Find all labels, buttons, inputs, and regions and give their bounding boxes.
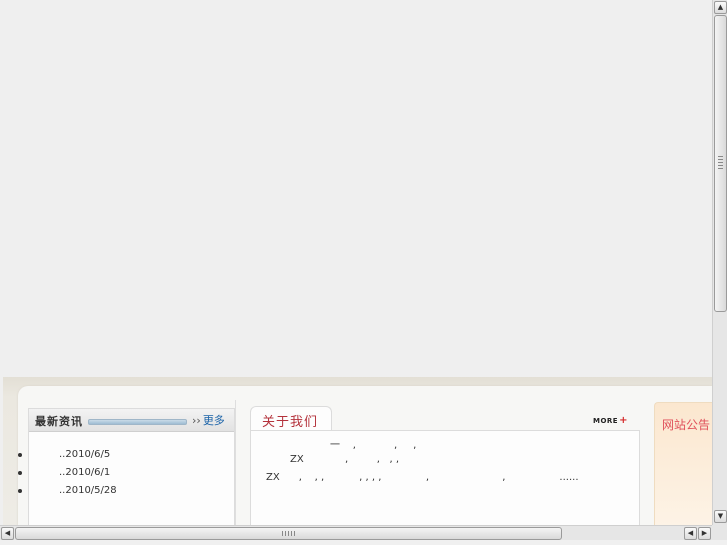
about-text-line: ZX , , , ,	[290, 454, 400, 465]
grip-icon	[282, 531, 296, 536]
bullet-icon	[18, 489, 22, 493]
scroll-left-icon[interactable]: ◀	[1, 527, 14, 540]
notice-title: 网站公告	[662, 418, 711, 432]
scrollbar-corner	[712, 525, 727, 540]
about-text-line: ZX , , , , , , , , , ......	[266, 472, 579, 483]
news-item-date: ..2010/5/28	[59, 485, 117, 496]
notice-box: 网站公告	[654, 402, 712, 525]
scroll-up-icon[interactable]: ▲	[714, 1, 727, 14]
bullet-icon	[18, 471, 22, 475]
horizontal-scroll-thumb[interactable]	[15, 527, 562, 540]
news-more-label: 更多	[202, 414, 225, 427]
about-box: 关于我们 MORE+ 一 , , , ZX , , , , ZX , , , ,…	[250, 406, 640, 525]
news-title: 最新资讯	[35, 415, 83, 428]
scroll-down-icon[interactable]: ▼	[714, 510, 727, 523]
scroll-left-icon[interactable]: ◀	[684, 527, 697, 540]
tab-about-us[interactable]: 关于我们	[250, 406, 332, 431]
about-more-button[interactable]: MORE+	[593, 415, 628, 426]
vertical-scrollbar[interactable]: ▲ ▼	[712, 0, 727, 525]
column-divider	[235, 400, 236, 525]
news-header: 最新资讯 ›› 更多	[29, 409, 234, 432]
news-title-bar	[88, 419, 187, 425]
plus-icon: +	[619, 415, 628, 426]
about-title: 关于我们	[262, 415, 319, 430]
about-more-label: MORE	[593, 417, 619, 425]
news-more-arrows-icon: ››	[192, 414, 201, 427]
about-text-line: 一 , , ,	[330, 440, 417, 451]
bottom-strip	[0, 540, 727, 545]
vertical-scroll-thumb[interactable]	[714, 15, 727, 312]
news-more-link[interactable]: ›› 更多	[192, 412, 225, 428]
horizontal-scrollbar[interactable]: ◀ ◀ ▶	[0, 525, 712, 540]
page-viewport: 最新资讯 ›› 更多 ..2010/6/5 ..2010/6/1 ..2010/5…	[0, 0, 712, 525]
bullet-icon	[18, 453, 22, 457]
news-item-date: ..2010/6/5	[59, 449, 111, 460]
news-item-date: ..2010/6/1	[59, 467, 111, 478]
grip-icon	[718, 156, 723, 170]
scroll-right-icon[interactable]: ▶	[698, 527, 711, 540]
